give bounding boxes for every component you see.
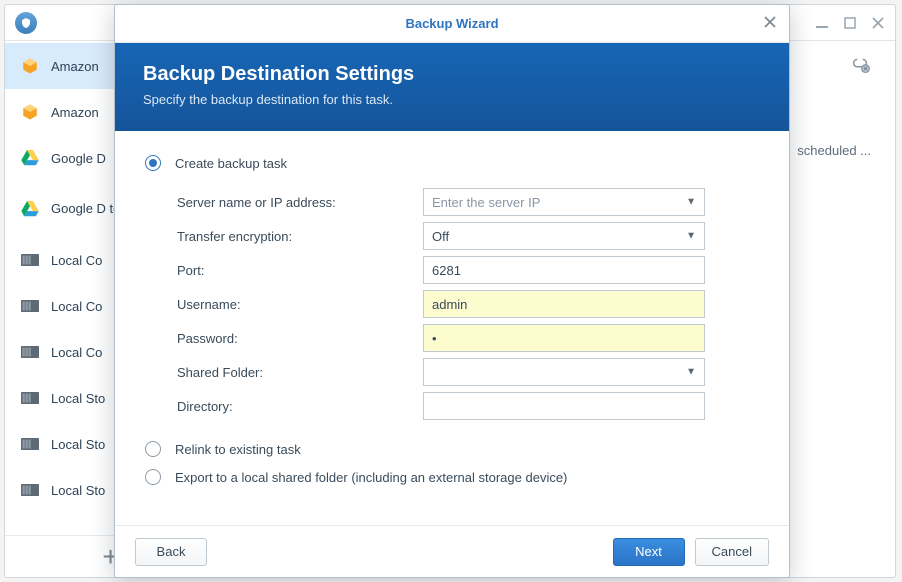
gdrive-icon bbox=[19, 147, 41, 169]
radio-export-local[interactable]: Export to a local shared folder (includi… bbox=[145, 469, 759, 485]
label-encryption: Transfer encryption: bbox=[177, 229, 423, 244]
amazon-icon bbox=[19, 55, 41, 77]
directory-input-field[interactable] bbox=[432, 399, 696, 414]
server-icon bbox=[19, 479, 41, 501]
label-port: Port: bbox=[177, 263, 423, 278]
radio-label: Relink to existing task bbox=[175, 442, 301, 457]
app-icon bbox=[15, 12, 37, 34]
password-input-field[interactable] bbox=[432, 331, 696, 346]
backup-wizard-modal: Backup Wizard Backup Destination Setting… bbox=[114, 4, 790, 578]
server-icon bbox=[19, 433, 41, 455]
radio-relink-task[interactable]: Relink to existing task bbox=[145, 441, 759, 457]
label-directory: Directory: bbox=[177, 399, 423, 414]
radio-label: Create backup task bbox=[175, 156, 287, 171]
label-password: Password: bbox=[177, 331, 423, 346]
sidebar-item-label: Amazon bbox=[51, 105, 99, 120]
chevron-down-icon: ▼ bbox=[686, 197, 696, 208]
next-button[interactable]: Next bbox=[613, 538, 685, 566]
modal-titlebar: Backup Wizard bbox=[115, 5, 789, 43]
sidebar-item-label: Local Co bbox=[51, 253, 102, 268]
link-auth-icon[interactable] bbox=[849, 53, 871, 78]
encryption-value: Off bbox=[432, 229, 449, 244]
close-button[interactable] bbox=[871, 16, 885, 30]
server-icon bbox=[19, 387, 41, 409]
sidebar-item-label: Amazon bbox=[51, 59, 99, 74]
radio-icon bbox=[145, 441, 161, 457]
sidebar-item-label: Local Sto bbox=[51, 483, 105, 498]
server-icon bbox=[19, 249, 41, 271]
server-icon bbox=[19, 341, 41, 363]
username-input[interactable] bbox=[423, 290, 705, 318]
modal-footer: Back Next Cancel bbox=[115, 525, 789, 577]
modal-body: Create backup task Server name or IP add… bbox=[115, 131, 789, 525]
sidebar-item-label: Local Sto bbox=[51, 437, 105, 452]
create-task-form: Server name or IP address: Enter the ser… bbox=[177, 185, 759, 423]
maximize-button[interactable] bbox=[843, 16, 857, 30]
radio-label: Export to a local shared folder (includi… bbox=[175, 470, 567, 485]
sidebar-item-label: Local Co bbox=[51, 299, 102, 314]
amazon-icon bbox=[19, 101, 41, 123]
banner-title: Backup Destination Settings bbox=[143, 63, 761, 86]
task-description: scheduled ... bbox=[797, 143, 871, 158]
directory-input[interactable] bbox=[423, 392, 705, 420]
password-input[interactable] bbox=[423, 324, 705, 352]
radio-icon bbox=[145, 469, 161, 485]
shared-folder-combo[interactable]: ▼ bbox=[423, 358, 705, 386]
gdrive-icon bbox=[19, 198, 41, 220]
minimize-button[interactable] bbox=[815, 16, 829, 30]
label-username: Username: bbox=[177, 297, 423, 312]
modal-close-button[interactable] bbox=[763, 15, 777, 33]
encryption-combo[interactable]: Off ▼ bbox=[423, 222, 705, 250]
username-input-field[interactable] bbox=[432, 297, 696, 312]
modal-banner: Backup Destination Settings Specify the … bbox=[115, 43, 789, 131]
radio-icon bbox=[145, 155, 161, 171]
sidebar-item-label: Local Co bbox=[51, 345, 102, 360]
label-server: Server name or IP address: bbox=[177, 195, 423, 210]
cancel-button[interactable]: Cancel bbox=[695, 538, 769, 566]
sidebar-item-label: Local Sto bbox=[51, 391, 105, 406]
banner-subtitle: Specify the backup destination for this … bbox=[143, 92, 761, 107]
server-icon bbox=[19, 295, 41, 317]
server-placeholder: Enter the server IP bbox=[432, 195, 540, 210]
label-shared-folder: Shared Folder: bbox=[177, 365, 423, 380]
modal-title: Backup Wizard bbox=[405, 16, 498, 31]
chevron-down-icon: ▼ bbox=[686, 231, 696, 242]
chevron-down-icon: ▼ bbox=[686, 367, 696, 378]
port-input-field[interactable] bbox=[432, 263, 696, 278]
port-input[interactable] bbox=[423, 256, 705, 284]
radio-create-task[interactable]: Create backup task bbox=[145, 155, 759, 171]
server-combo[interactable]: Enter the server IP ▼ bbox=[423, 188, 705, 216]
back-button[interactable]: Back bbox=[135, 538, 207, 566]
sidebar-item-label: Google D bbox=[51, 151, 106, 166]
